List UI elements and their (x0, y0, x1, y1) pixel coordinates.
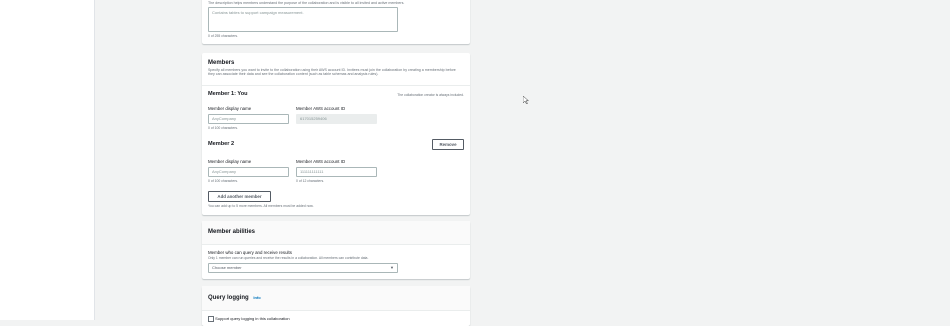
choose-member-placeholder: Choose member (212, 265, 242, 270)
member2-display-name-input[interactable]: AnyCompany (208, 167, 289, 177)
query-logging-title: Query logging Info (208, 295, 261, 301)
members-divider (202, 85, 470, 86)
description-textarea[interactable]: Contains tables to support campaign meas… (208, 7, 398, 32)
add-another-member-button[interactable]: Add another member (208, 191, 271, 202)
description-panel: The description helps members understand… (202, 0, 470, 44)
choose-member-select[interactable]: Choose member ▼ (208, 263, 398, 273)
sidebar (0, 0, 95, 320)
member-abilities-panel: Member abilities Member who can query an… (202, 221, 470, 279)
member1-title: Member 1: You (208, 91, 248, 97)
caret-down-icon: ▼ (390, 265, 394, 270)
members-title: Members (208, 60, 235, 66)
member1-account-label: Member AWS account ID (296, 106, 346, 111)
member1-display-name-input[interactable]: AnyCompany (208, 114, 289, 124)
members-panel: Members Specify all members you want to … (202, 53, 470, 215)
add-member-hint: You can add up to 5 more members. All me… (208, 204, 314, 208)
member1-display-name-hint: 0 of 100 characters. (208, 126, 238, 130)
member2-display-name-label: Member display name (208, 159, 252, 164)
abilities-title: Member abilities (208, 229, 256, 235)
members-description: Specify all members you want to invite t… (208, 68, 456, 77)
description-help-text: The description helps members understand… (208, 1, 405, 5)
member1-display-name-label: Member display name (208, 106, 252, 111)
query-member-description: Only 1 member can run queries and receiv… (208, 256, 369, 260)
member1-account-input: 617015259406 (296, 114, 377, 124)
query-logging-title-text: Query logging (208, 295, 249, 301)
member2-account-hint: 0 of 12 characters. (296, 179, 325, 183)
query-logging-checkbox-label: Support query logging in this collaborat… (215, 316, 290, 322)
member1-note: The collaboration creator is always incl… (397, 93, 464, 97)
info-link[interactable]: Info (253, 295, 260, 300)
remove-member-button[interactable]: Remove (432, 139, 464, 150)
query-logging-panel: Query logging Info Support query logging… (202, 286, 470, 326)
query-member-label: Member who can query and receive results (208, 250, 292, 255)
mouse-cursor-icon (522, 91, 530, 105)
member2-account-label: Member AWS account ID (296, 159, 346, 164)
query-logging-checkbox[interactable] (208, 316, 214, 322)
member2-title: Member 2 (208, 141, 235, 147)
description-char-hint: 0 of 255 characters. (208, 34, 238, 38)
member2-account-input[interactable]: 111111111111 (296, 167, 377, 177)
member2-display-name-hint: 0 of 100 characters. (208, 179, 238, 183)
query-logging-checkbox-row[interactable]: Support query logging in this collaborat… (208, 316, 290, 322)
